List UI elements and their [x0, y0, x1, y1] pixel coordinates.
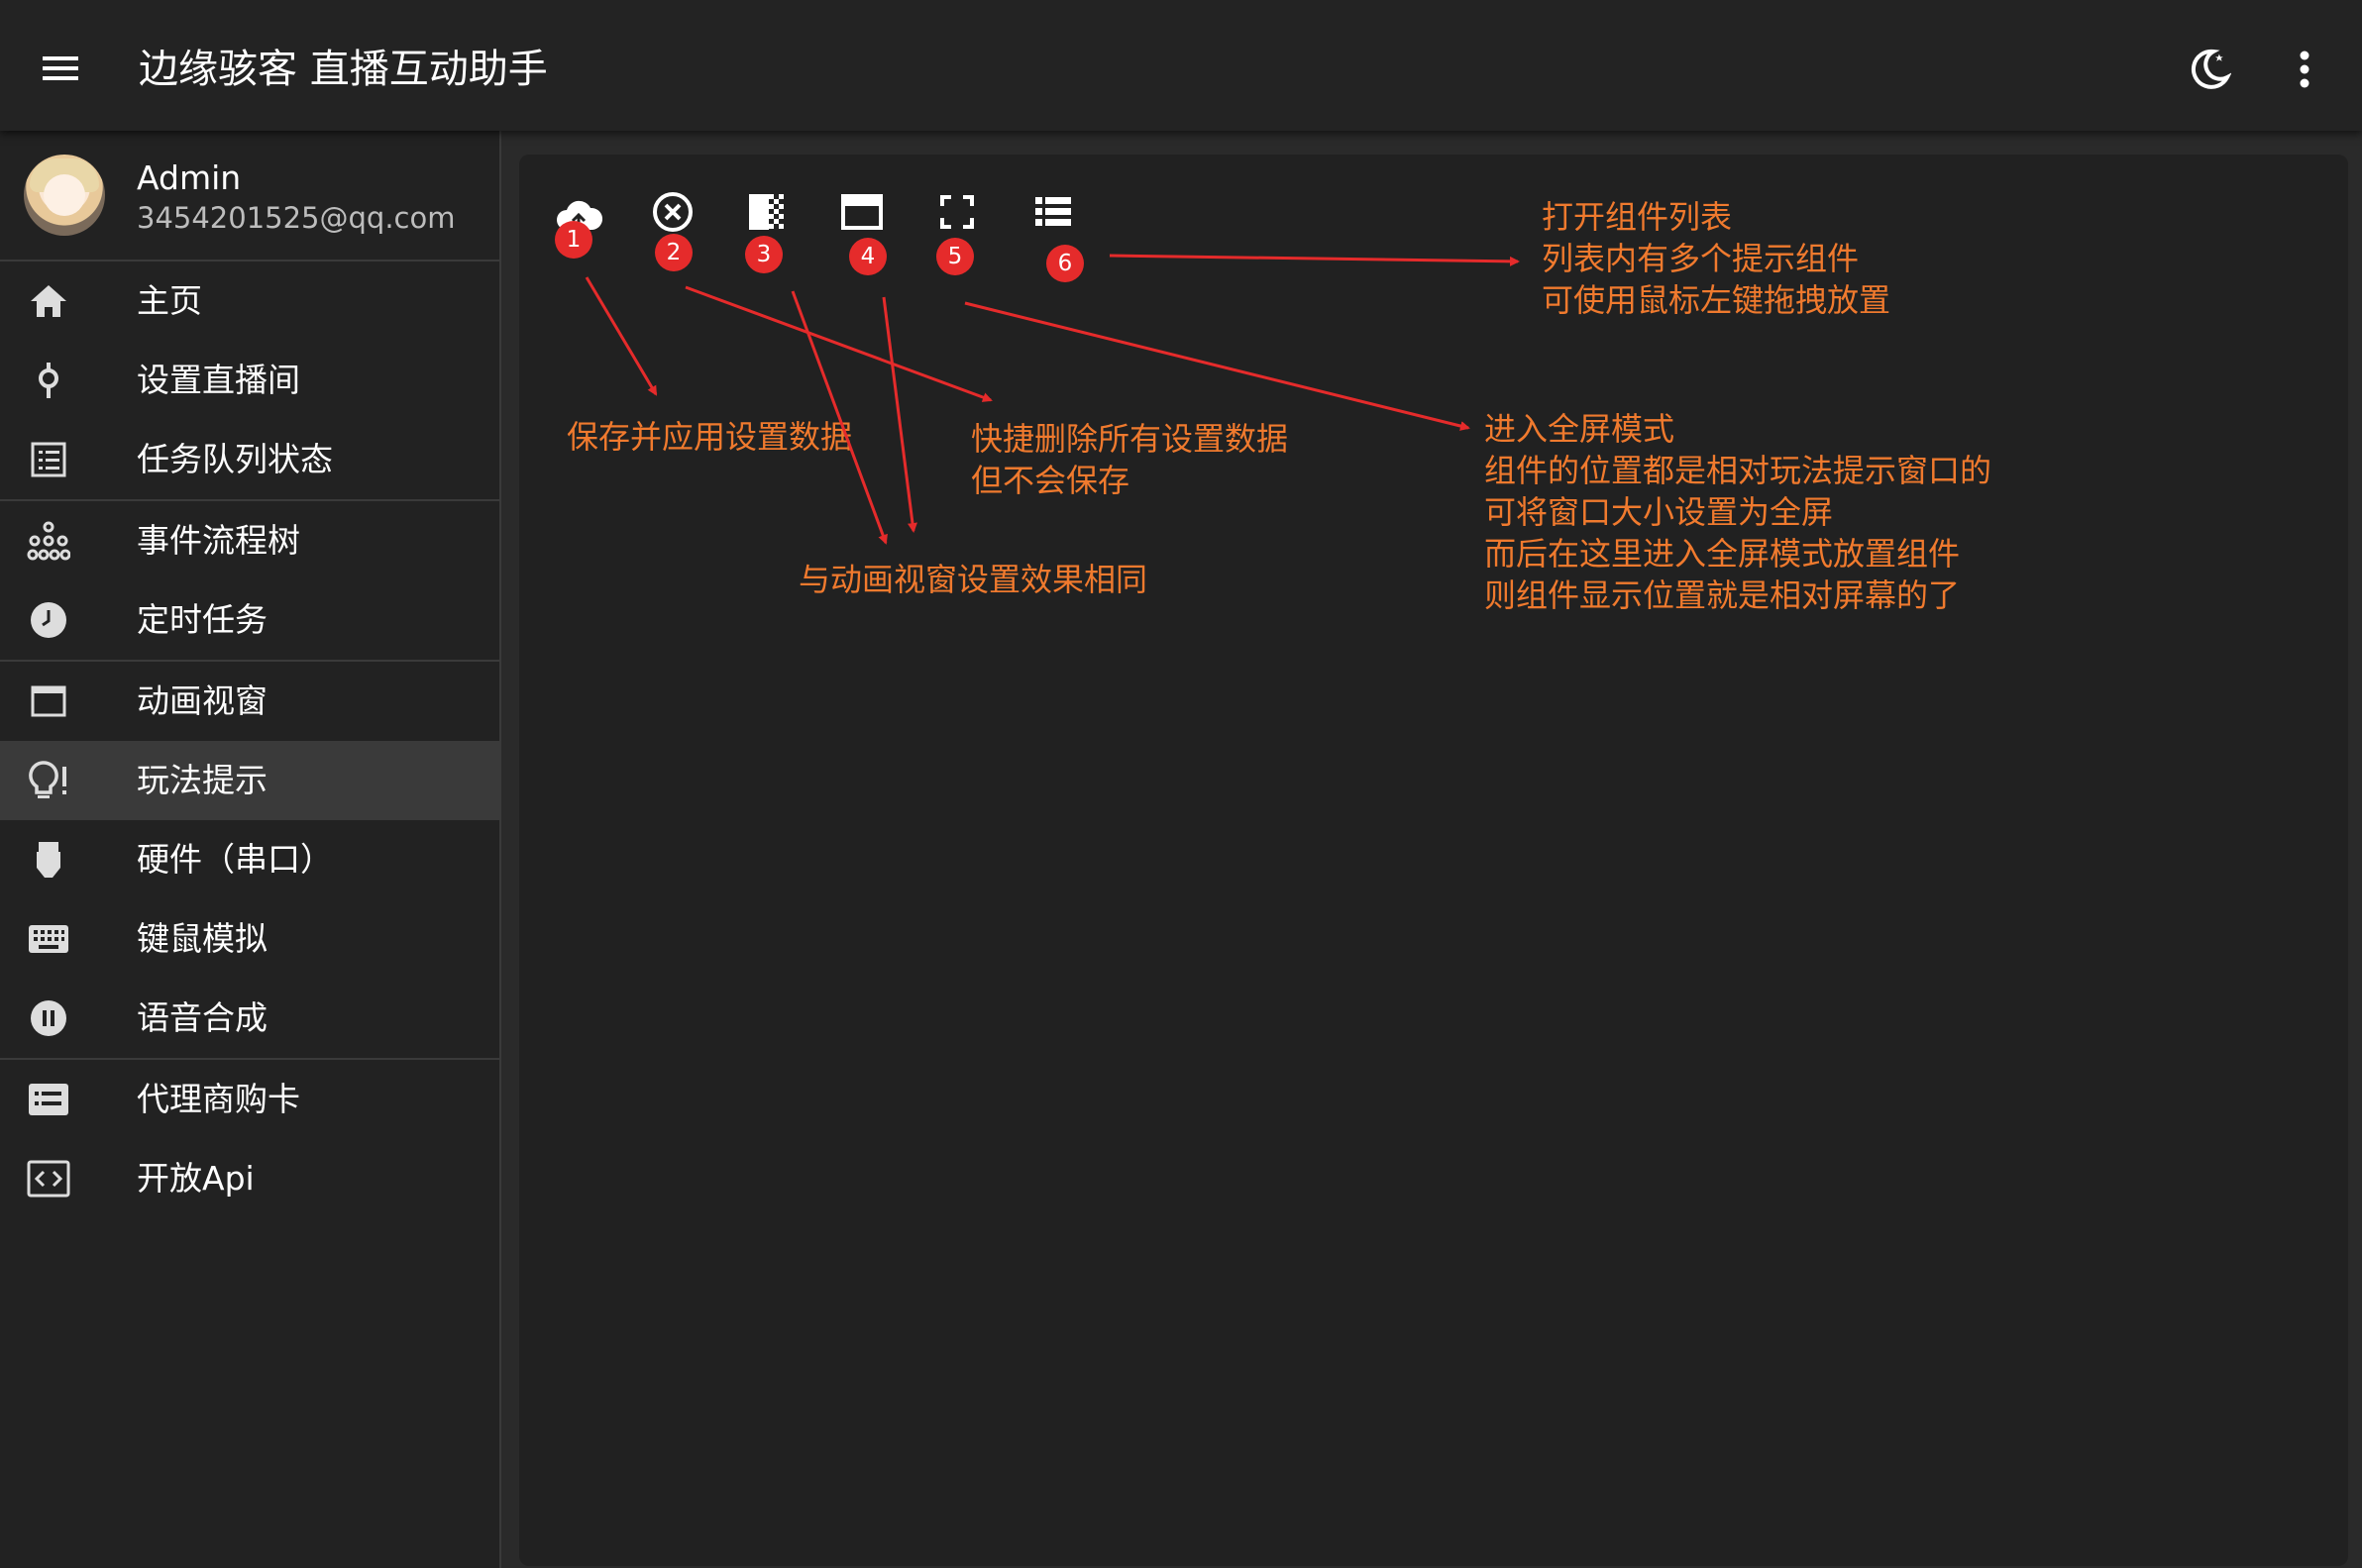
menu-icon[interactable] — [28, 36, 93, 101]
profile-name: Admin — [137, 158, 242, 197]
annotation-fullscreen: 进入全屏模式 组件的位置都是相对玩法提示窗口的 可将窗口大小设置为全屏 而后在这… — [1484, 410, 1992, 614]
callout-badge-5: 5 — [936, 238, 974, 275]
sidebar-item-hardware-serial[interactable]: 硬件（串口） — [0, 820, 499, 899]
sidebar-item-speech-synthesis[interactable]: 语音合成 — [0, 979, 499, 1058]
more-vert-icon[interactable] — [2275, 40, 2334, 99]
app-title: 边缘骇客 直播互动助手 — [139, 47, 548, 92]
app-bar: 边缘骇客 直播互动助手 — [0, 0, 2362, 131]
sidebar-item-gameplay-tips[interactable]: 玩法提示 — [0, 741, 499, 820]
annotation-delete-all: 快捷删除所有设置数据 但不会保存 — [971, 420, 1289, 499]
lightbulb-icon — [26, 759, 71, 802]
gameplay-tips-canvas[interactable] — [519, 155, 2348, 1566]
callout-badge-4: 4 — [849, 238, 887, 275]
dark-mode-icon[interactable] — [2180, 40, 2239, 99]
home-icon — [26, 279, 71, 323]
annotation-save-apply: 保存并应用设置数据 — [567, 418, 853, 456]
sidebar-nav: 主页 设置直播间 任务队列状态 事件流程树 定时任务 动画视窗 玩法提示 硬件（… — [0, 261, 499, 1218]
code-icon — [26, 1157, 71, 1201]
window-toggle-icon[interactable] — [834, 184, 890, 240]
usb-plug-icon — [26, 838, 71, 882]
user-profile[interactable]: Admin 3454201525@qq.com — [0, 131, 499, 261]
sidebar-item-live-room[interactable]: 设置直播间 — [0, 341, 499, 420]
profile-email: 3454201525@qq.com — [137, 201, 456, 235]
callout-badge-1: 1 — [555, 221, 592, 259]
cancel-circle-icon[interactable] — [645, 184, 700, 240]
tree-icon — [26, 519, 71, 563]
sidebar-item-agent-cards[interactable]: 代理商购卡 — [0, 1060, 499, 1139]
clock-icon — [26, 598, 71, 642]
sidebar-item-animation-window[interactable]: 动画视窗 — [0, 662, 499, 741]
annotation-component-list: 打开组件列表 列表内有多个提示组件 可使用鼠标左键拖拽放置 — [1542, 198, 1891, 319]
opacity-icon[interactable] — [739, 184, 795, 240]
window-icon — [26, 679, 71, 723]
callout-badge-3: 3 — [745, 236, 783, 273]
component-list-icon[interactable] — [1025, 184, 1081, 240]
sidebar-item-event-tree[interactable]: 事件流程树 — [0, 501, 499, 580]
list-alt-icon — [26, 438, 71, 481]
card-list-icon — [26, 1078, 71, 1121]
sidebar-item-keyboard-mouse[interactable]: 键鼠模拟 — [0, 899, 499, 979]
annotation-same-as-animation: 与动画视窗设置效果相同 — [799, 561, 1148, 598]
sidebar-item-home[interactable]: 主页 — [0, 261, 499, 341]
sidebar-item-task-queue[interactable]: 任务队列状态 — [0, 420, 499, 499]
pause-circle-icon — [26, 996, 71, 1040]
sidebar-item-scheduled-tasks[interactable]: 定时任务 — [0, 580, 499, 660]
keyboard-icon — [26, 917, 71, 961]
fullscreen-icon[interactable] — [929, 184, 985, 240]
callout-badge-6: 6 — [1046, 245, 1084, 282]
sidebar: Admin 3454201525@qq.com 主页 设置直播间 任务队列状态 … — [0, 131, 501, 1568]
avatar — [24, 155, 105, 236]
pin-icon — [26, 359, 71, 402]
callout-badge-2: 2 — [655, 234, 693, 271]
sidebar-item-open-api[interactable]: 开放Api — [0, 1139, 499, 1218]
